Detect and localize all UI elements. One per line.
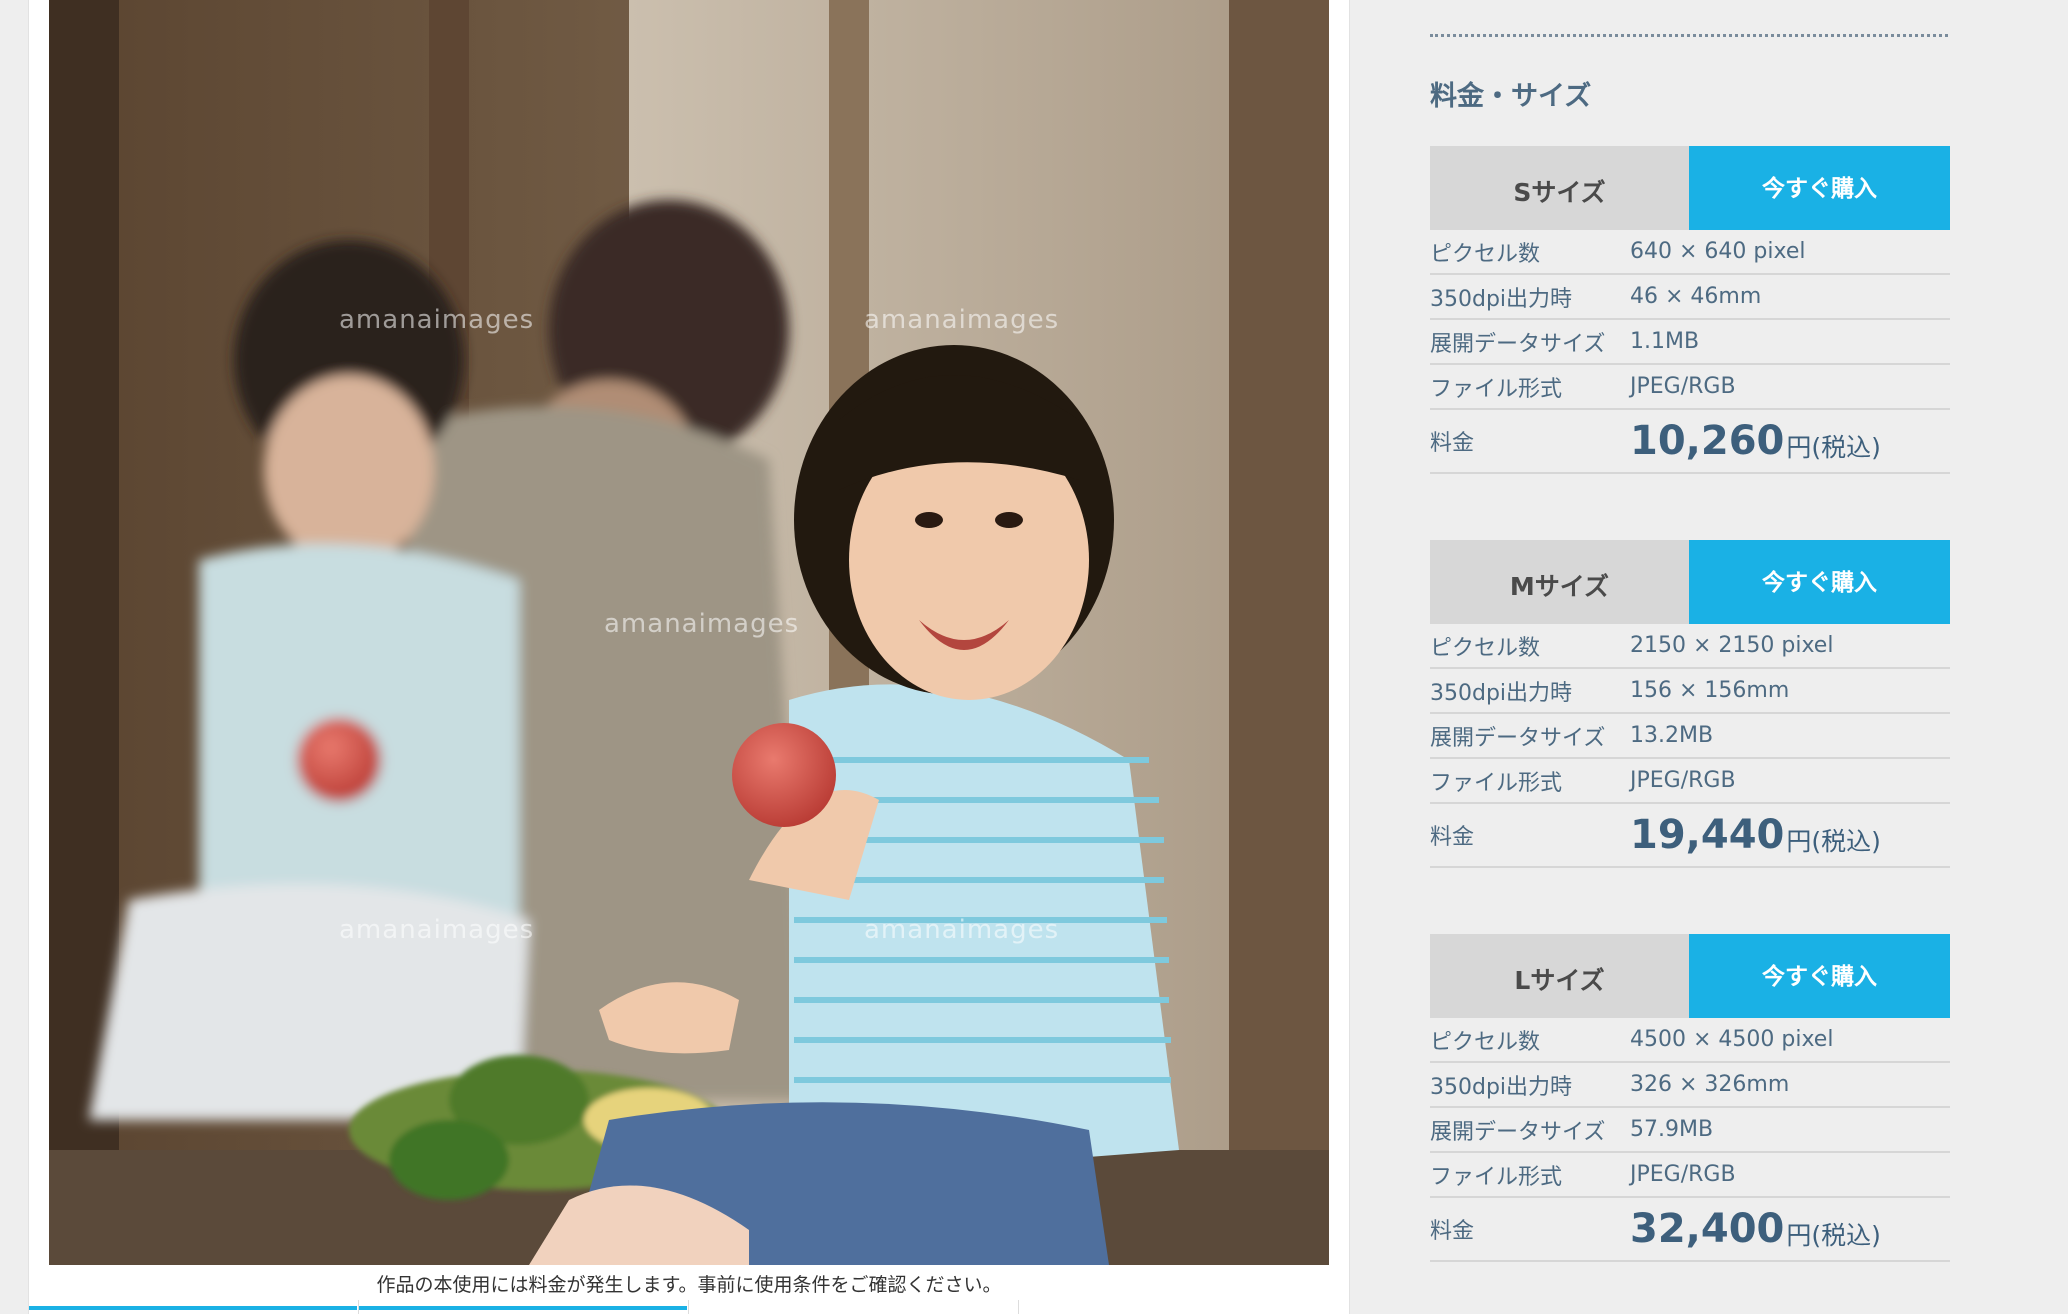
- spec-key: ピクセル数: [1430, 241, 1541, 267]
- spec-value: 57.9MB: [1630, 1117, 1714, 1142]
- size-label: Mサイズ: [1430, 540, 1689, 624]
- size-block-s: Sサイズ 今すぐ購入 ピクセル数 640 × 640 pixel 350dpi出…: [1430, 146, 1950, 474]
- spec-key: ピクセル数: [1430, 1029, 1541, 1055]
- spec-value: JPEG/RGB: [1630, 374, 1736, 399]
- spec-row-format: ファイル形式 JPEG/RGB: [1430, 365, 1950, 410]
- spec-key: 350dpi出力時: [1430, 680, 1573, 706]
- spec-key: ピクセル数: [1430, 635, 1541, 661]
- tab-indicator-2[interactable]: [359, 1306, 687, 1310]
- price-key: 料金: [1430, 1219, 1475, 1244]
- spec-row-format: ファイル形式 JPEG/RGB: [1430, 759, 1950, 804]
- spec-value: JPEG/RGB: [1630, 1162, 1736, 1187]
- spec-value: 13.2MB: [1630, 723, 1714, 748]
- spec-value: 156 × 156mm: [1630, 678, 1790, 703]
- spec-key: 350dpi出力時: [1430, 1074, 1573, 1100]
- spec-key: 展開データサイズ: [1430, 725, 1606, 751]
- watermark-1: amanaimages: [339, 305, 534, 335]
- watermark-2: amanaimages: [864, 305, 1059, 335]
- image-panel: amanaimages amanaimages amanaimages aman…: [28, 0, 1350, 1314]
- spec-row-format: ファイル形式 JPEG/RGB: [1430, 1153, 1950, 1198]
- size-block-m: Mサイズ 今すぐ購入 ピクセル数 2150 × 2150 pixel 350dp…: [1430, 540, 1950, 868]
- size-label: Lサイズ: [1430, 934, 1689, 1018]
- spec-key: 350dpi出力時: [1430, 286, 1573, 312]
- size-block-l: Lサイズ 今すぐ購入 ピクセル数 4500 × 4500 pixel 350dp…: [1430, 934, 1950, 1262]
- spec-row-pixels: ピクセル数 640 × 640 pixel: [1430, 230, 1950, 275]
- spec-row-data-size: 展開データサイズ 57.9MB: [1430, 1108, 1950, 1153]
- watermark-3: amanaimages: [604, 609, 799, 639]
- watermark-5: amanaimages: [864, 915, 1059, 945]
- spec-key: 展開データサイズ: [1430, 1119, 1606, 1145]
- usage-notice: 作品の本使用には料金が発生します。事前に使用条件をご確認ください。: [376, 1274, 1002, 1296]
- spec-key: 展開データサイズ: [1430, 331, 1606, 357]
- spec-value: 640 × 640 pixel: [1630, 239, 1806, 264]
- spec-key: ファイル形式: [1430, 376, 1563, 402]
- spec-row-print-size: 350dpi出力時 46 × 46mm: [1430, 275, 1950, 320]
- price-row: 料金 19,440 円(税込): [1430, 804, 1950, 868]
- watermark-4: amanaimages: [339, 915, 534, 945]
- spec-row-pixels: ピクセル数 2150 × 2150 pixel: [1430, 624, 1950, 669]
- buy-now-button-l[interactable]: 今すぐ購入: [1689, 934, 1950, 1018]
- size-label: Sサイズ: [1430, 146, 1689, 230]
- pricing-title: 料金・サイズ: [1430, 81, 1592, 112]
- price-value: 32,400: [1630, 1206, 1785, 1252]
- size-header: Lサイズ 今すぐ購入: [1430, 934, 1950, 1018]
- price-key: 料金: [1430, 431, 1475, 456]
- price-row: 料金 32,400 円(税込): [1430, 1198, 1950, 1262]
- product-photo[interactable]: amanaimages amanaimages amanaimages aman…: [49, 0, 1329, 1265]
- spec-row-print-size: 350dpi出力時 326 × 326mm: [1430, 1063, 1950, 1108]
- tab-divider: [688, 1300, 689, 1314]
- size-header: Sサイズ 今すぐ購入: [1430, 146, 1950, 230]
- buy-now-button-s[interactable]: 今すぐ購入: [1689, 146, 1950, 230]
- price-unit: 円(税込): [1786, 827, 1881, 856]
- price-unit: 円(税込): [1786, 433, 1881, 462]
- price-unit: 円(税込): [1786, 1221, 1881, 1250]
- pricing-panel: 料金・サイズ Sサイズ 今すぐ購入 ピクセル数 640 × 640 pixel …: [1388, 0, 2068, 1314]
- price-value: 19,440: [1630, 812, 1785, 858]
- spec-value: 326 × 326mm: [1630, 1072, 1790, 1097]
- size-header: Mサイズ 今すぐ購入: [1430, 540, 1950, 624]
- tab-divider: [1018, 1300, 1019, 1314]
- tab-divider: [358, 1300, 359, 1314]
- spec-row-pixels: ピクセル数 4500 × 4500 pixel: [1430, 1018, 1950, 1063]
- price-value: 10,260: [1630, 418, 1785, 464]
- spec-row-print-size: 350dpi出力時 156 × 156mm: [1430, 669, 1950, 714]
- spec-key: ファイル形式: [1430, 1164, 1563, 1190]
- spec-row-data-size: 展開データサイズ 1.1MB: [1430, 320, 1950, 365]
- spec-value: 2150 × 2150 pixel: [1630, 633, 1834, 658]
- buy-now-button-m[interactable]: 今すぐ購入: [1689, 540, 1950, 624]
- spec-value: JPEG/RGB: [1630, 768, 1736, 793]
- spec-key: ファイル形式: [1430, 770, 1563, 796]
- photo-illustration: amanaimages amanaimages amanaimages aman…: [49, 0, 1329, 1265]
- spec-value: 46 × 46mm: [1630, 284, 1762, 309]
- spec-row-data-size: 展開データサイズ 13.2MB: [1430, 714, 1950, 759]
- spec-value: 4500 × 4500 pixel: [1630, 1027, 1834, 1052]
- divider: [1430, 34, 1948, 37]
- price-key: 料金: [1430, 825, 1475, 850]
- spec-value: 1.1MB: [1630, 329, 1700, 354]
- tab-indicator-1[interactable]: [29, 1306, 357, 1310]
- price-row: 料金 10,260 円(税込): [1430, 410, 1950, 474]
